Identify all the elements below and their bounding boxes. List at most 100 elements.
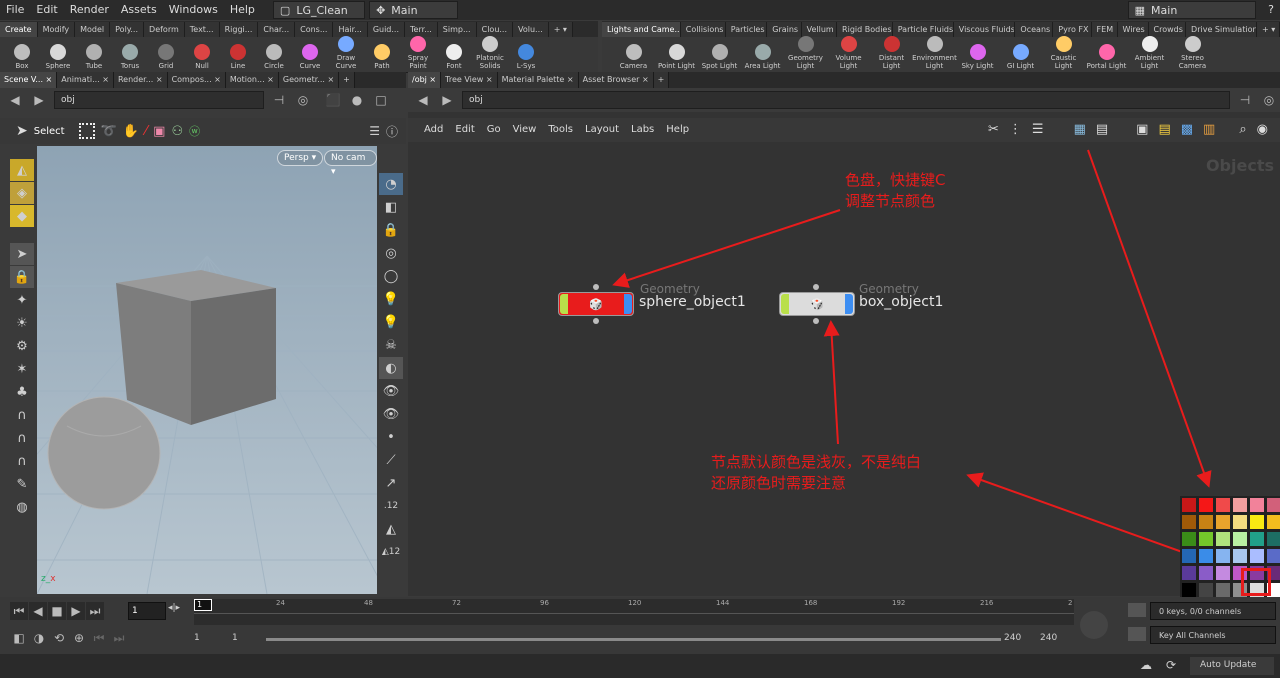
shelf-tool[interactable]: Stereo Camera bbox=[1171, 36, 1214, 72]
shelf-tool[interactable]: Box bbox=[4, 44, 40, 72]
color-swatch[interactable] bbox=[1249, 514, 1265, 530]
network-menu-item[interactable]: View bbox=[507, 120, 543, 140]
play-icon[interactable]: ▶ bbox=[67, 602, 85, 620]
shelf-add-icon[interactable]: + ▾ bbox=[1257, 22, 1280, 37]
color-swatch[interactable] bbox=[1198, 497, 1214, 513]
shelf-tool[interactable]: Platonic Solids bbox=[472, 36, 508, 72]
shelf-tab[interactable]: Modify bbox=[37, 22, 76, 37]
color-swatch[interactable] bbox=[1215, 565, 1231, 581]
jump-start-icon[interactable]: ⏮ bbox=[10, 602, 28, 620]
pane-tab[interactable]: Tree View × bbox=[441, 72, 498, 88]
geo-cube-icon[interactable]: ⬛ bbox=[324, 91, 342, 109]
color-swatch[interactable] bbox=[1198, 548, 1214, 564]
pane-tab[interactable]: Geometr... × bbox=[278, 72, 340, 88]
search-icon[interactable]: ⌕ bbox=[1239, 122, 1246, 137]
net-back-arrow-icon[interactable]: ◀ bbox=[414, 91, 432, 109]
color-swatch[interactable] bbox=[1249, 497, 1265, 513]
range-slider[interactable] bbox=[266, 638, 1001, 641]
magnet-red-icon[interactable]: ∩ bbox=[10, 427, 34, 449]
shelf-tab[interactable]: Oceans bbox=[1015, 22, 1054, 37]
help-circle-icon[interactable]: ⓘ bbox=[386, 123, 398, 140]
color-swatch[interactable] bbox=[1198, 565, 1214, 581]
color-swatch[interactable] bbox=[1181, 565, 1197, 581]
menu-edit[interactable]: Edit bbox=[30, 0, 63, 20]
display-geo-icon[interactable]: ◧ bbox=[379, 196, 403, 218]
network-menu-item[interactable]: Tools bbox=[542, 120, 579, 140]
box-select-icon[interactable] bbox=[78, 123, 95, 139]
viewport[interactable]: Persp ▾ No cam ▾ z_x bbox=[37, 146, 377, 594]
network-menu-item[interactable]: Layout bbox=[579, 120, 625, 140]
camera-menu[interactable]: No cam ▾ bbox=[324, 150, 377, 177]
forward-arrow-icon[interactable]: ▶ bbox=[30, 91, 48, 109]
vector-icon[interactable]: ↗ bbox=[379, 472, 403, 494]
shelf-tab[interactable]: Cons... bbox=[295, 22, 334, 37]
shelf-tab[interactable]: Deform bbox=[144, 22, 185, 37]
headlight-icon[interactable]: ◯ bbox=[379, 265, 403, 287]
shelf-tool[interactable]: Grid bbox=[148, 44, 184, 72]
menu-assets[interactable]: Assets bbox=[115, 0, 163, 20]
shelf-tool[interactable]: Distant Light bbox=[870, 36, 913, 72]
shelf-tab[interactable]: Wires bbox=[1117, 22, 1149, 37]
shelf-tab[interactable]: Grains bbox=[767, 22, 802, 37]
network-menu-item[interactable]: Edit bbox=[449, 120, 480, 140]
pane-tab[interactable]: /obj × bbox=[408, 72, 442, 88]
shelf-tab[interactable]: Poly... bbox=[110, 22, 145, 37]
menu-windows[interactable]: Windows bbox=[163, 0, 224, 20]
jump-end-icon[interactable]: ⏭ bbox=[86, 602, 104, 620]
lightbulb-icon[interactable]: 💡 bbox=[379, 288, 403, 310]
shelf-tool[interactable]: Circle bbox=[256, 44, 292, 72]
auto-update-button[interactable]: Auto Update bbox=[1190, 657, 1274, 675]
shelf-tab[interactable]: Drive Simulation bbox=[1186, 22, 1258, 37]
shelf-tab[interactable]: Crowds bbox=[1148, 22, 1187, 37]
shelf-tool[interactable]: Spot Light bbox=[698, 44, 741, 72]
layout-dropdown[interactable]: ✥ Main bbox=[369, 1, 458, 19]
shelf-tab[interactable]: Particles bbox=[725, 22, 768, 37]
back-arrow-icon[interactable]: ◀ bbox=[6, 91, 24, 109]
shelf-tab[interactable]: Lights and Came... bbox=[602, 22, 681, 37]
backdrop-icon[interactable]: ▥ bbox=[1203, 122, 1215, 137]
lock-icon[interactable]: 🔒 bbox=[10, 266, 34, 288]
network-menu-item[interactable]: Help bbox=[660, 120, 695, 140]
magnet-icon[interactable]: ∩ bbox=[10, 404, 34, 426]
shelf-tool[interactable]: Portal Light bbox=[1085, 44, 1128, 72]
shelf-tab[interactable]: Char... bbox=[258, 22, 296, 37]
connectivity-icon[interactable]: ⚇ bbox=[171, 124, 183, 139]
range-start-2[interactable]: 1 bbox=[232, 633, 238, 643]
shelf-tool[interactable]: Area Light bbox=[741, 44, 784, 72]
pose-icon[interactable]: ♣ bbox=[10, 381, 34, 403]
rotate-handle-icon[interactable]: ◈ bbox=[10, 182, 34, 204]
color-swatch[interactable] bbox=[1266, 514, 1280, 530]
pane-add-icon[interactable]: + bbox=[653, 72, 670, 88]
step-arrows-icon[interactable]: ◂|▸ bbox=[168, 603, 180, 613]
network-canvas[interactable]: Objects Geometry 🎲 sphere_object1 Geomet… bbox=[408, 142, 1280, 599]
color-swatch[interactable] bbox=[1181, 497, 1197, 513]
key-dial-icon[interactable] bbox=[1080, 611, 1108, 639]
color-swatch[interactable] bbox=[1266, 497, 1280, 513]
cloud-icon[interactable]: ☁ bbox=[1140, 658, 1152, 672]
menu-file[interactable]: File bbox=[0, 0, 30, 20]
shelf-tab[interactable]: Particle Fluids bbox=[892, 22, 954, 37]
color-swatch[interactable] bbox=[1181, 531, 1197, 547]
shelf-tab[interactable]: Create bbox=[0, 22, 38, 37]
view-eye-icon[interactable]: ◉ bbox=[1257, 122, 1268, 137]
shelf-tool[interactable]: Tube bbox=[76, 44, 112, 72]
color-swatch[interactable] bbox=[1181, 548, 1197, 564]
shelf-tool[interactable]: Geometry Light bbox=[784, 36, 827, 72]
help-button[interactable]: ? bbox=[1262, 0, 1280, 20]
pane-tab[interactable]: Compos... × bbox=[167, 72, 226, 88]
sphere-tool-icon[interactable]: ◍ bbox=[10, 496, 34, 518]
color-swatch[interactable] bbox=[1181, 514, 1197, 530]
next-key-icon[interactable]: ⏭ bbox=[110, 629, 128, 647]
move-handle-icon[interactable]: ◭ bbox=[10, 159, 34, 181]
shape-palette-icon[interactable]: ▤ bbox=[1096, 122, 1108, 137]
sticky-note-icon[interactable]: ▤ bbox=[1158, 122, 1170, 137]
bone-icon[interactable]: ⚙ bbox=[10, 335, 34, 357]
network-menu-item[interactable]: Go bbox=[481, 120, 507, 140]
shelf-tab[interactable]: Pyro FX bbox=[1053, 22, 1092, 37]
shelf-tab[interactable]: Guid... bbox=[367, 22, 406, 37]
color-swatch[interactable] bbox=[1198, 531, 1214, 547]
color-swatch[interactable] bbox=[1215, 497, 1231, 513]
right-path-field[interactable]: obj bbox=[462, 91, 1230, 109]
shelf-tab[interactable]: FEM bbox=[1091, 22, 1118, 37]
shelf-tab[interactable]: Clou... bbox=[476, 22, 514, 37]
